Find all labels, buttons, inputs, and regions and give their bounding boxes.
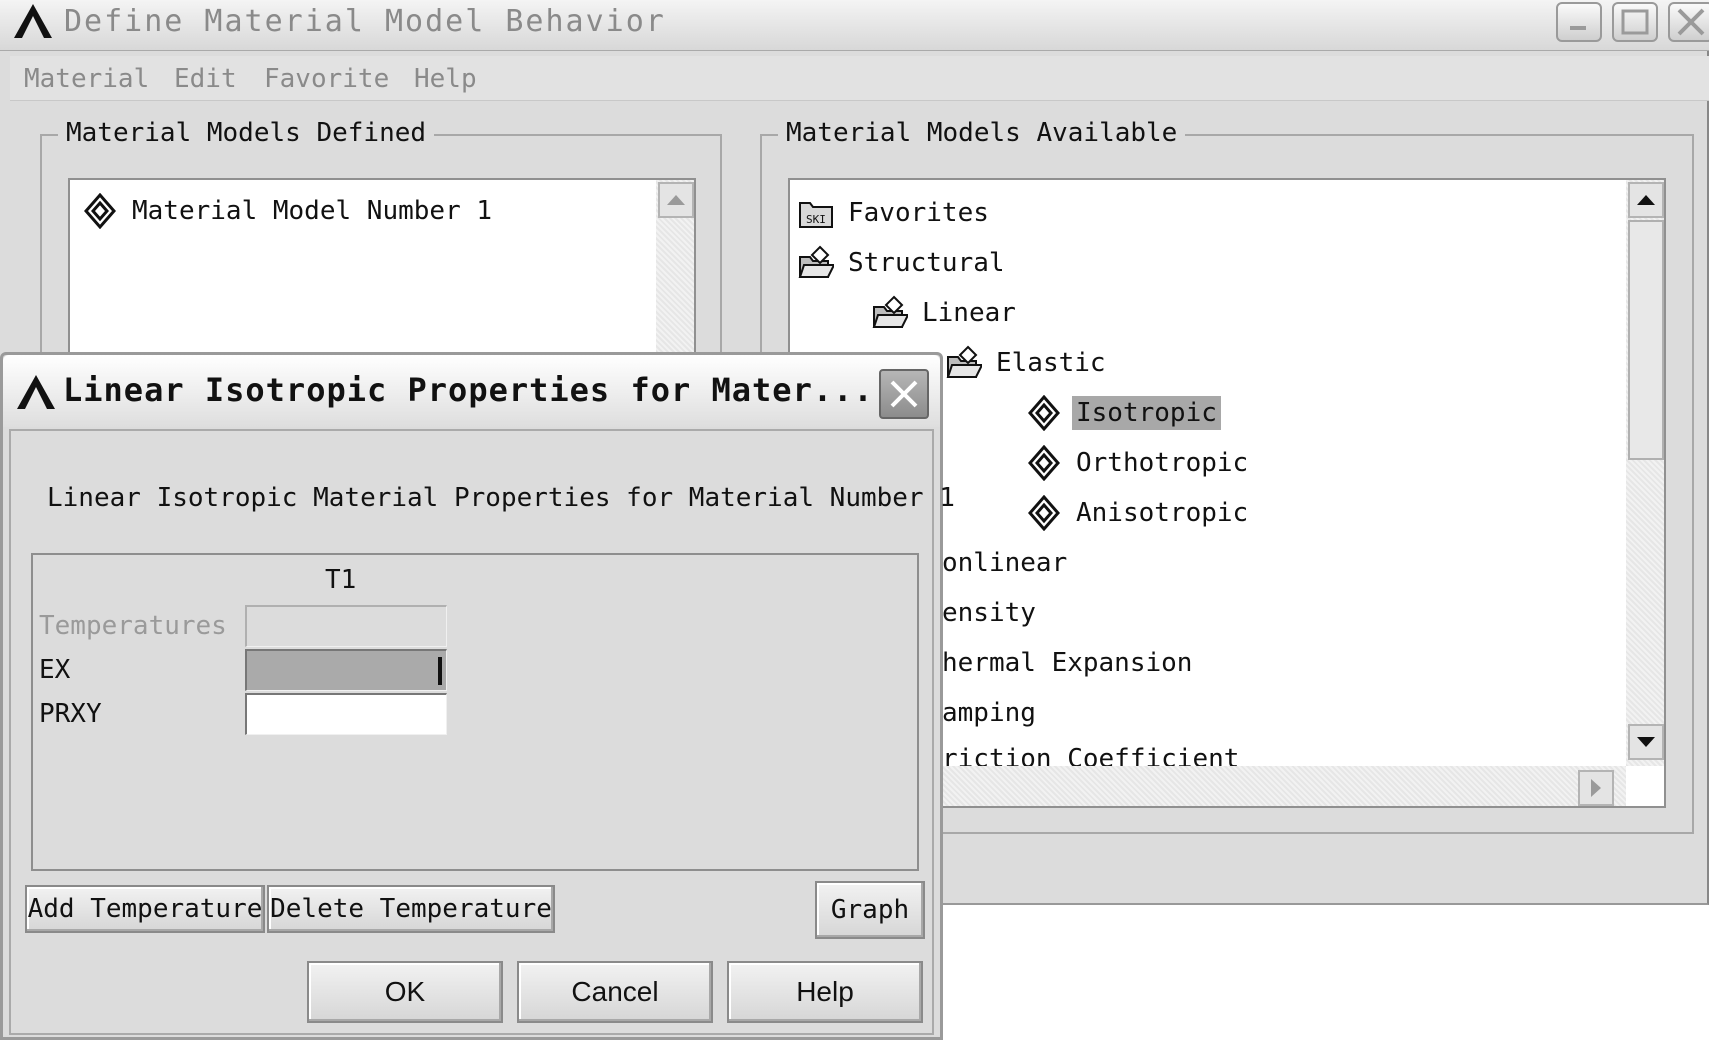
maximize-button[interactable] bbox=[1612, 2, 1658, 42]
ex-input[interactable] bbox=[247, 651, 446, 690]
arrow-up-icon bbox=[1637, 195, 1655, 205]
open-folder-icon bbox=[872, 295, 908, 328]
tree-item-label: Elastic bbox=[996, 348, 1106, 378]
tree-item-label: onlinear bbox=[942, 548, 1068, 578]
tree-item-label: ensity bbox=[942, 598, 1036, 628]
tree-item-density[interactable]: ensity bbox=[938, 592, 1040, 634]
temperature-input bbox=[247, 607, 446, 646]
row-label-ex: EX bbox=[39, 655, 71, 685]
material-model-icon bbox=[1028, 395, 1060, 431]
prxy-cell[interactable] bbox=[245, 693, 447, 735]
list-item-label: Material Model Number 1 bbox=[132, 196, 493, 226]
row-label-temperatures: Temperatures bbox=[39, 611, 227, 641]
defined-legend: Material Models Defined bbox=[58, 118, 435, 148]
open-folder-icon bbox=[946, 345, 982, 378]
open-folder-icon bbox=[798, 245, 834, 278]
text-caret bbox=[438, 657, 442, 685]
list-item[interactable]: Material Model Number 1 bbox=[82, 190, 496, 232]
tree-item-elastic[interactable]: Elastic bbox=[946, 342, 1110, 384]
close-icon bbox=[1677, 8, 1705, 36]
temperature-cell bbox=[245, 605, 447, 647]
tree-item-nonlinear[interactable]: onlinear bbox=[938, 542, 1071, 584]
ex-cell[interactable] bbox=[245, 649, 447, 691]
cancel-button[interactable]: Cancel bbox=[517, 961, 713, 1023]
tree-item-label: Isotropic bbox=[1072, 396, 1221, 430]
tree-item-orthotropic[interactable]: Orthotropic bbox=[1026, 442, 1252, 484]
tree-item-anisotropic[interactable]: Anisotropic bbox=[1026, 492, 1252, 534]
row-label-prxy: PRXY bbox=[39, 699, 102, 729]
minimize-icon bbox=[1570, 26, 1586, 30]
dialog-titlebar[interactable]: Linear Isotropic Properties for Mater... bbox=[3, 355, 940, 427]
tree-item-structural[interactable]: Structural bbox=[798, 242, 1009, 284]
arrow-right-icon bbox=[1591, 779, 1601, 797]
dialog-body: Linear Isotropic Material Properties for… bbox=[9, 429, 955, 1035]
available-scroll-thumb[interactable] bbox=[1628, 220, 1664, 460]
linear-isotropic-dialog: Linear Isotropic Properties for Mater...… bbox=[0, 352, 955, 1040]
tree-item-label: hermal Expansion bbox=[942, 648, 1193, 678]
material-model-icon bbox=[1028, 445, 1060, 481]
tree-item-damping[interactable]: amping bbox=[938, 692, 1040, 734]
add-temperature-button[interactable]: Add Temperature bbox=[25, 885, 265, 933]
main-titlebar[interactable]: Define Material Model Behavior bbox=[0, 0, 1709, 51]
material-model-icon bbox=[84, 193, 116, 229]
tree-item-label: amping bbox=[942, 698, 1036, 728]
column-header-t1: T1 bbox=[325, 565, 357, 595]
menu-favorite[interactable]: Favorite bbox=[264, 64, 389, 94]
close-window-button[interactable] bbox=[1668, 2, 1709, 42]
tree-item-label: Anisotropic bbox=[1076, 498, 1249, 528]
dialog-close-button[interactable] bbox=[879, 369, 929, 419]
prxy-input[interactable] bbox=[247, 695, 446, 734]
ok-button[interactable]: OK bbox=[307, 961, 503, 1023]
tree-item-label: riction Coefficient bbox=[942, 744, 1240, 766]
ansys-logo-icon bbox=[17, 375, 55, 409]
tree-item-isotropic[interactable]: Isotropic bbox=[1026, 392, 1221, 434]
tree-item-label: Structural bbox=[848, 248, 1005, 278]
tree-item-label: Orthotropic bbox=[1076, 448, 1249, 478]
close-icon bbox=[890, 380, 918, 408]
maximize-icon bbox=[1621, 9, 1649, 35]
ansys-logo-icon bbox=[14, 4, 52, 38]
svg-text:SKI: SKI bbox=[806, 213, 826, 226]
tree-item-linear[interactable]: Linear bbox=[872, 292, 1020, 334]
dialog-heading: Linear Isotropic Material Properties for… bbox=[47, 483, 955, 513]
delete-temperature-button[interactable]: Delete Temperature bbox=[267, 885, 555, 933]
defined-scroll-up-button[interactable] bbox=[658, 182, 694, 218]
menu-edit[interactable]: Edit bbox=[174, 64, 237, 94]
tree-item-label: Favorites bbox=[848, 198, 989, 228]
tree-item-label: Linear bbox=[922, 298, 1016, 328]
graph-button[interactable]: Graph bbox=[815, 881, 925, 939]
material-model-icon bbox=[1028, 495, 1060, 531]
available-scroll-down-button[interactable] bbox=[1628, 724, 1664, 760]
tree-item-favorites[interactable]: SKI Favorites bbox=[798, 192, 993, 234]
menu-material[interactable]: Material bbox=[24, 64, 149, 94]
available-scroll-up-button[interactable] bbox=[1628, 182, 1664, 218]
menubar: Material Edit Favorite Help bbox=[10, 56, 1709, 101]
dialog-title: Linear Isotropic Properties for Mater... bbox=[63, 371, 874, 409]
minimize-button[interactable] bbox=[1556, 2, 1602, 42]
tree-item-friction-coefficient[interactable]: riction Coefficient bbox=[938, 742, 1243, 766]
window-title: Define Material Model Behavior bbox=[64, 4, 666, 39]
arrow-up-icon bbox=[667, 195, 685, 205]
available-scroll-right-button[interactable] bbox=[1578, 770, 1614, 806]
arrow-down-icon bbox=[1637, 737, 1655, 747]
menu-help[interactable]: Help bbox=[414, 64, 477, 94]
property-table: T1 Temperatures EX PRXY bbox=[31, 553, 919, 871]
tree-item-thermal-expansion[interactable]: hermal Expansion bbox=[938, 642, 1196, 684]
favorites-folder-icon: SKI bbox=[799, 202, 833, 228]
help-button[interactable]: Help bbox=[727, 961, 923, 1023]
available-legend: Material Models Available bbox=[778, 118, 1186, 148]
